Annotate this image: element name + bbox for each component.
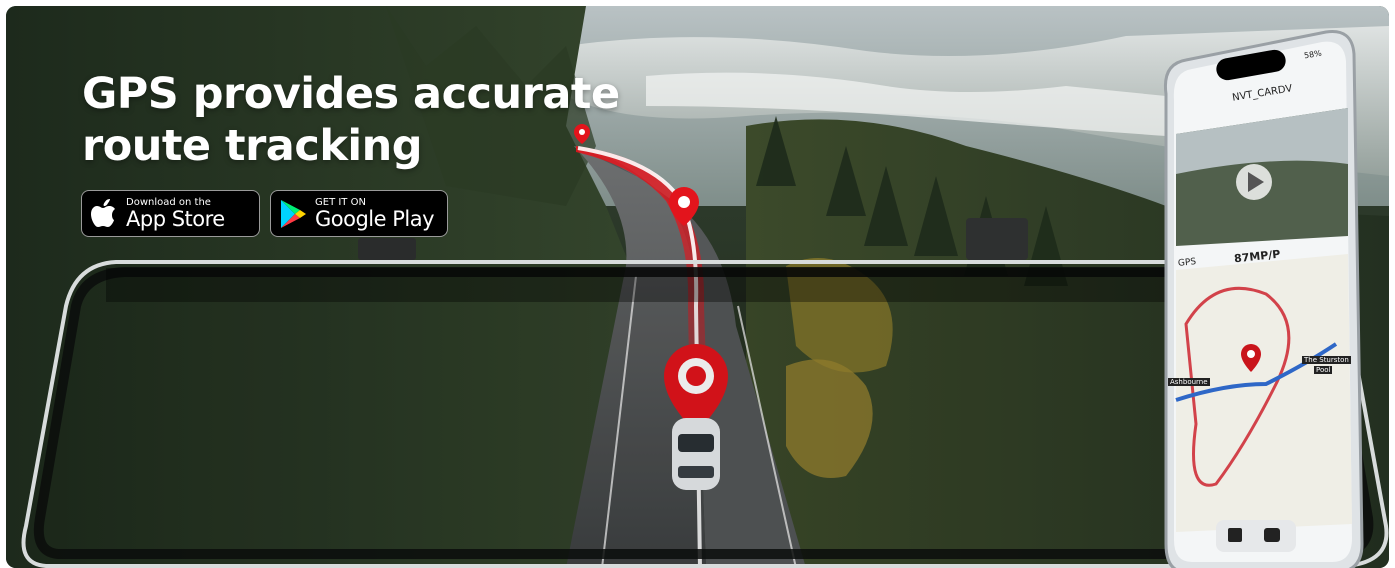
page-title: GPS provides accurate route tracking [82,68,642,172]
app-store-button[interactable]: Download on the App Store [81,190,260,237]
headline-line-2: route tracking [82,121,423,171]
gps-label: GPS [1177,257,1197,269]
map-label-sturston: The Sturston [1302,356,1351,364]
headline-line-1: GPS provides accurate [82,69,620,119]
apple-icon [82,198,126,229]
phone-mockup [1163,29,1364,568]
google-play-small-text: GET IT ON [315,196,366,208]
google-play-icon [271,199,315,229]
google-play-button[interactable]: GET IT ON Google Play [270,190,448,237]
map-label-pool: Pool [1314,366,1333,374]
app-store-big-text: App Store [126,206,225,231]
map-label-ashbourne: Ashbourne [1168,378,1210,386]
hero-banner: GPS provides accurate route tracking Dow… [6,6,1389,568]
google-play-big-text: Google Play [315,206,435,231]
app-store-small-text: Download on the [126,196,211,208]
